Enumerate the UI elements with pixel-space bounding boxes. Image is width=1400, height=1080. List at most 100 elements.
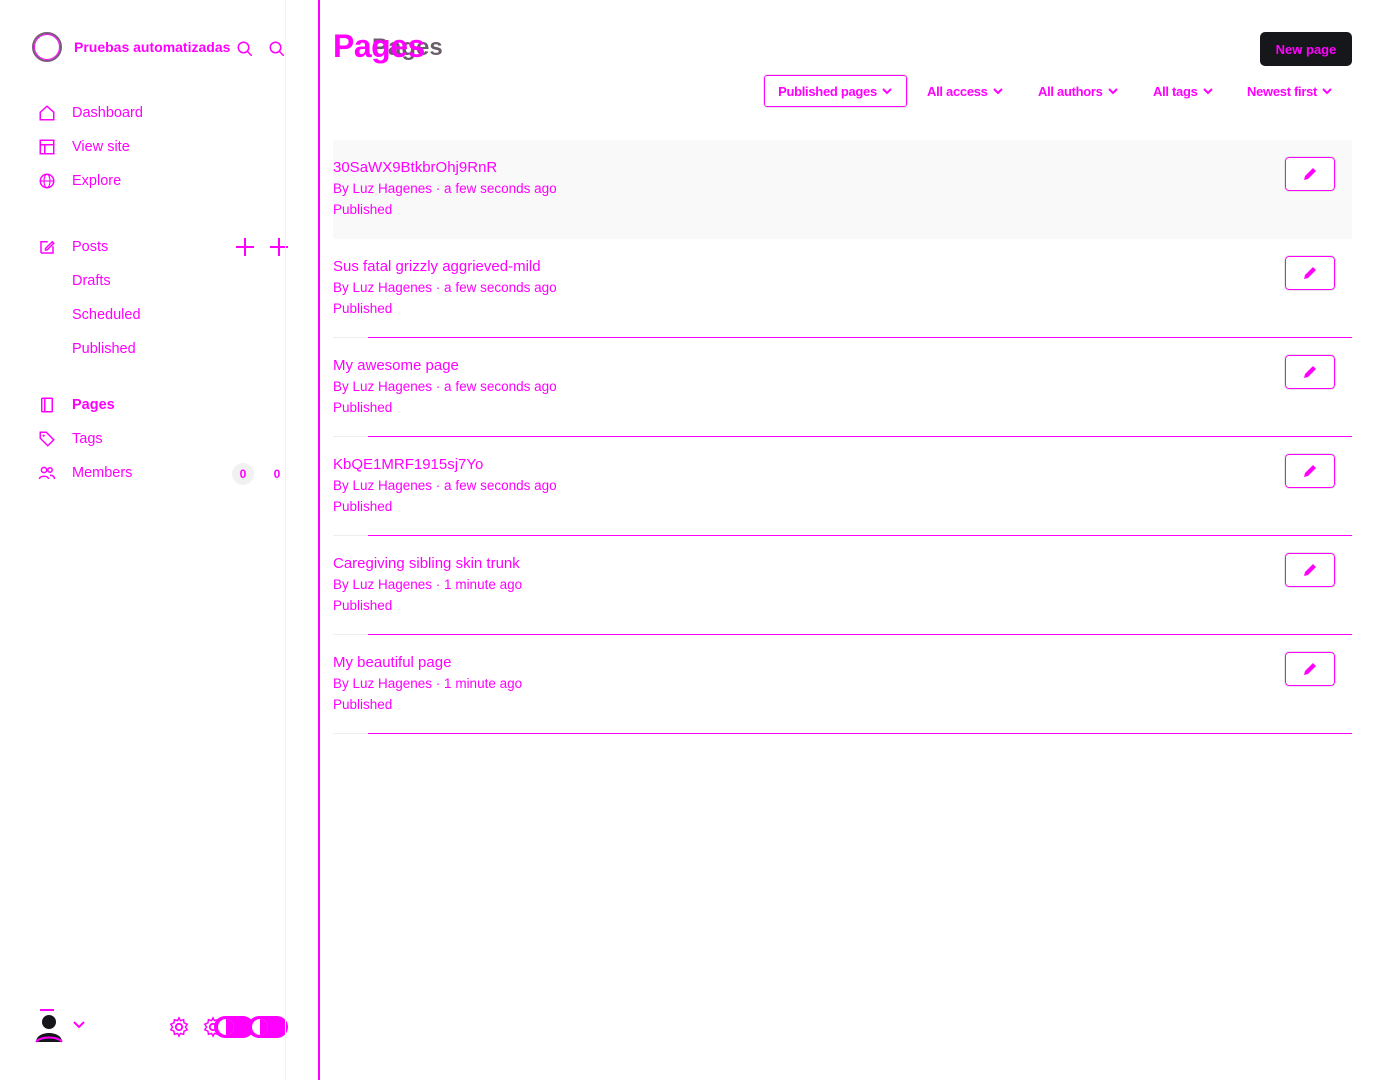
chevron-down-icon <box>1107 88 1118 95</box>
chevron-down-icon <box>1322 88 1332 95</box>
app-window: Pruebas automatizadas Dashboard View sit… <box>0 0 1400 1080</box>
pencil-icon <box>1304 564 1316 576</box>
filter-status[interactable]: Published pages <box>763 74 908 108</box>
sidebar: Pruebas automatizadas Dashboard View sit… <box>0 0 320 1080</box>
nav-explore[interactable]: Explore <box>36 164 296 198</box>
nav-drafts-label: Drafts <box>72 273 111 289</box>
filter-sort[interactable]: Newest first <box>1247 74 1333 108</box>
table-row[interactable]: KbQE1MRF1915sj7Yo By Luz Hagenes · a few… <box>333 437 1352 536</box>
table-row[interactable]: 30SaWX9BtkbrOhj9RnR By Luz Hagenes · a f… <box>333 140 1352 239</box>
table-row[interactable]: Sus fatal grizzly aggrieved-mild By Luz … <box>333 239 1352 338</box>
content-nav: Pages Tags Members 0 0 <box>36 388 296 490</box>
nav-view-site[interactable]: View site <box>36 130 296 164</box>
page-row-meta: By Luz Hagenes · a few seconds ago <box>333 478 557 493</box>
filter-tags[interactable]: All tags <box>1153 74 1214 108</box>
new-page-button[interactable]: New page <box>1260 32 1352 66</box>
page-row-meta: By Luz Hagenes · 1 minute ago <box>333 676 523 691</box>
search-button-shadow[interactable] <box>234 38 256 60</box>
pencil-icon <box>1304 366 1316 378</box>
toggle-knob <box>252 1019 268 1035</box>
page-row-status: Published <box>333 598 393 613</box>
page-row-status: Published <box>333 499 393 514</box>
filter-sort-label: Newest first <box>1247 83 1318 99</box>
filter-status-label: Published pages <box>778 83 877 99</box>
main-divider <box>318 0 320 1080</box>
nav-scheduled[interactable]: Scheduled <box>36 298 296 332</box>
gear-icon[interactable] <box>168 1016 190 1038</box>
dark-mode-toggle[interactable] <box>248 1016 288 1038</box>
posts-nav: Posts Drafts Scheduled Published <box>36 230 296 366</box>
page-row-meta: By Luz Hagenes · a few seconds ago <box>333 379 557 394</box>
filter-tags-label: All tags <box>1153 83 1198 99</box>
edit-button[interactable] <box>1284 651 1336 687</box>
new-post-plus-button[interactable] <box>268 236 290 258</box>
row-divider <box>368 733 1352 734</box>
edit-button[interactable] <box>1284 156 1336 192</box>
home-icon <box>36 102 58 124</box>
sidebar-footer <box>34 1008 294 1048</box>
nav-tags[interactable]: Tags <box>36 422 296 456</box>
chevron-down-icon <box>882 88 892 95</box>
avatar-icon <box>35 1009 63 1043</box>
plus-icon <box>236 238 254 256</box>
toggle-knob <box>218 1019 234 1035</box>
plus-icon <box>270 238 288 256</box>
edit-button[interactable] <box>1284 453 1336 489</box>
members-count-badge: 0 <box>232 463 254 485</box>
globe-icon <box>36 170 58 192</box>
edit-icon <box>36 236 58 258</box>
tag-icon <box>36 428 58 450</box>
page-row-meta: By Luz Hagenes · a few seconds ago <box>333 181 557 196</box>
primary-nav: Dashboard View site Explore <box>36 96 296 198</box>
page-row-title[interactable]: 30SaWX9BtkbrOhj9RnR <box>333 159 497 176</box>
nav-pages[interactable]: Pages <box>36 388 296 422</box>
chevron-down-icon[interactable] <box>72 1018 86 1037</box>
page-row-meta: By Luz Hagenes · a few seconds ago <box>333 280 557 295</box>
row-divider <box>333 733 368 734</box>
filter-authors-label: All authors <box>1038 83 1103 99</box>
pencil-icon <box>1304 663 1316 675</box>
members-icon <box>36 462 58 484</box>
page-row-status: Published <box>333 202 393 217</box>
table-row[interactable]: Caregiving sibling skin trunk By Luz Hag… <box>333 536 1352 635</box>
nav-dashboard-label: Dashboard <box>72 105 143 121</box>
nav-published[interactable]: Published <box>36 332 296 366</box>
edit-button[interactable] <box>1284 354 1336 390</box>
filter-authors[interactable]: All authors <box>1038 74 1119 108</box>
site-brand[interactable]: Pruebas automatizadas <box>32 32 230 62</box>
nav-explore-label: Explore <box>72 173 122 189</box>
layout-icon <box>36 136 58 158</box>
nav-members-label: Members <box>72 465 133 481</box>
edit-button[interactable] <box>1284 552 1336 588</box>
nav-dashboard[interactable]: Dashboard <box>36 96 296 130</box>
new-post-plus-button-shadow[interactable] <box>234 236 256 258</box>
nav-scheduled-label: Scheduled <box>72 307 141 323</box>
pencil-icon <box>1304 465 1316 477</box>
edit-button[interactable] <box>1284 255 1336 291</box>
table-row[interactable]: My awesome page By Luz Hagenes · a few s… <box>333 338 1352 437</box>
page-row-title[interactable]: KbQE1MRF1915sj7Yo <box>333 456 483 473</box>
page-row-title[interactable]: My beautiful page <box>333 654 451 671</box>
page-icon <box>36 394 58 416</box>
nav-posts[interactable]: Posts <box>36 230 296 264</box>
nav-posts-label: Posts <box>72 239 109 255</box>
page-row-meta: By Luz Hagenes · 1 minute ago <box>333 577 523 592</box>
table-row[interactable]: My beautiful page By Luz Hagenes · 1 min… <box>333 635 1352 734</box>
page-title: Pages <box>333 28 425 64</box>
nav-pages-label: Pages <box>72 397 115 413</box>
nav-published-label: Published <box>72 341 136 357</box>
nav-view-site-label: View site <box>72 139 130 155</box>
filter-access-label: All access <box>927 83 988 99</box>
nav-drafts[interactable]: Drafts <box>36 264 296 298</box>
user-avatar[interactable] <box>34 1008 64 1044</box>
pencil-icon <box>1304 168 1316 180</box>
page-row-title[interactable]: My awesome page <box>333 357 459 374</box>
nav-members[interactable]: Members 0 0 <box>36 456 296 490</box>
search-icon <box>269 41 285 57</box>
page-row-status: Published <box>333 400 393 415</box>
chevron-down-icon <box>1202 88 1213 95</box>
site-logo <box>32 32 62 62</box>
filter-access[interactable]: All access <box>927 74 1004 108</box>
page-row-title[interactable]: Caregiving sibling skin trunk <box>333 555 520 572</box>
page-row-title[interactable]: Sus fatal grizzly aggrieved-mild <box>333 258 541 275</box>
